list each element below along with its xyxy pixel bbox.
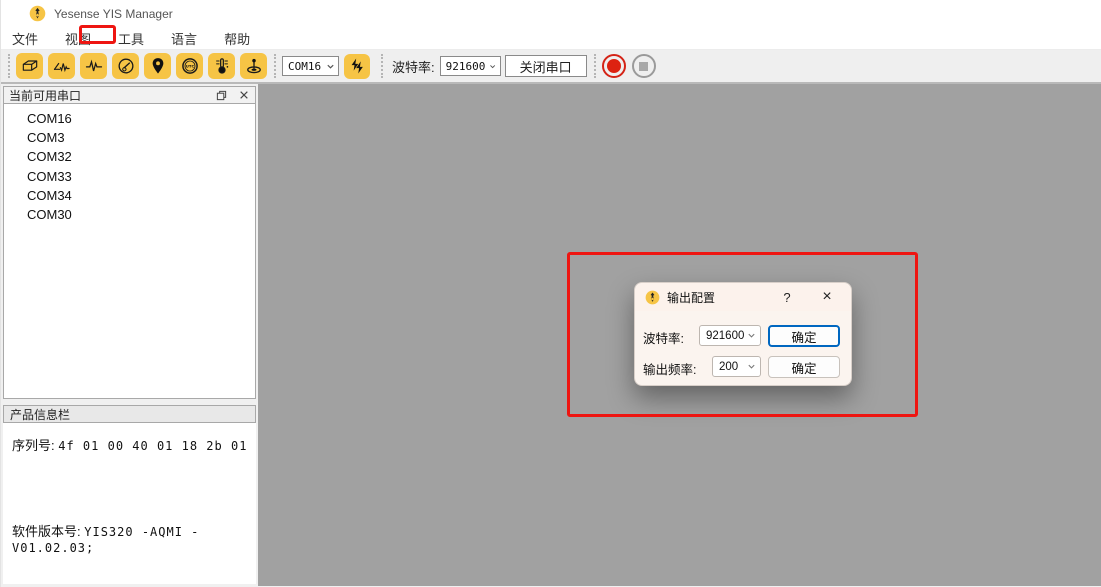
yesense-logo-icon <box>645 290 660 305</box>
port-list-item[interactable]: COM16 <box>4 109 255 128</box>
refresh-ports-button[interactable] <box>344 54 370 79</box>
port-list-item[interactable]: COM3 <box>4 128 255 147</box>
thermometer-icon <box>212 56 232 76</box>
record-button[interactable] <box>602 54 626 78</box>
port-list: COM16 COM3 COM32 COM33 COM34 COM30 <box>3 104 256 399</box>
location-pin-icon <box>148 56 168 76</box>
refresh-bolts-icon <box>347 56 367 76</box>
toolbar: UTC COM16 波特率: 921600 关闭串口 <box>1 50 1101 84</box>
stop-button[interactable] <box>632 54 656 78</box>
toolbar-grip[interactable] <box>274 54 278 78</box>
dialog-baud-ok-button[interactable]: 确定 <box>768 325 840 347</box>
record-icon <box>607 59 621 73</box>
close-panel-icon[interactable] <box>237 89 250 102</box>
yesense-logo-icon <box>29 5 46 22</box>
baud-rate-value: 921600 <box>446 60 486 73</box>
float-panel-icon[interactable] <box>215 89 228 102</box>
port-select-value: COM16 <box>288 60 321 73</box>
waveform-button[interactable] <box>80 53 107 79</box>
gauge-icon <box>116 56 136 76</box>
serial-number-line: 序列号: 4f 01 00 40 01 18 2b 01 <box>12 435 247 454</box>
dialog-close-button[interactable]: × <box>817 287 837 307</box>
info-panel-header: 产品信息栏 <box>3 405 256 423</box>
utc-time-button[interactable]: UTC <box>176 53 203 79</box>
software-version-label: 软件版本号: <box>12 524 81 539</box>
chevron-down-icon <box>747 362 756 371</box>
gps-location-button[interactable] <box>144 53 171 79</box>
dialog-baud-label: 波特率: <box>643 328 684 347</box>
magnetometer-button[interactable] <box>240 53 267 79</box>
dialog-frequency-ok-button[interactable]: 确定 <box>768 356 840 378</box>
dialog-baud-value: 921600 <box>706 330 744 342</box>
info-panel-body: 序列号: 4f 01 00 40 01 18 2b 01 软件版本号: YIS3… <box>3 423 256 584</box>
port-list-item[interactable]: COM33 <box>4 167 255 186</box>
menu-help[interactable]: 帮助 <box>213 27 261 50</box>
menu-tools[interactable]: 工具 <box>107 27 155 50</box>
baud-rate-label: 波特率: <box>392 57 435 76</box>
serial-number-value: 4f 01 00 40 01 18 2b 01 <box>58 439 247 453</box>
chevron-down-icon <box>326 62 335 71</box>
toolbar-grip[interactable] <box>594 54 598 78</box>
title-bar: Yesense YIS Manager <box>1 0 1101 27</box>
dialog-frequency-value: 200 <box>719 361 738 373</box>
3d-view-button[interactable] <box>16 53 43 79</box>
gauge-button[interactable] <box>112 53 139 79</box>
waveform-icon <box>84 56 104 76</box>
dialog-frequency-label: 输出频率: <box>643 359 696 378</box>
port-select[interactable]: COM16 <box>282 56 339 76</box>
menu-bar: 文件 视图 工具 语言 帮助 <box>1 27 1101 50</box>
menu-file[interactable]: 文件 <box>1 27 49 50</box>
window-title: Yesense YIS Manager <box>54 7 173 21</box>
serial-number-label: 序列号: <box>12 438 55 453</box>
temperature-button[interactable] <box>208 53 235 79</box>
attitude-curve-button[interactable] <box>48 53 75 79</box>
3d-cube-icon <box>20 56 40 76</box>
toolbar-grip[interactable] <box>381 54 385 78</box>
angle-waveform-icon <box>52 56 72 76</box>
dialog-title: 输出配置 <box>667 289 715 306</box>
stop-icon <box>639 62 648 71</box>
port-list-item[interactable]: COM32 <box>4 147 255 166</box>
dialog-help-button[interactable]: ? <box>778 288 796 306</box>
toolbar-grip[interactable] <box>8 54 12 78</box>
output-config-dialog: 输出配置 ? × 波特率: 921600 确定 输出频率: 200 确定 <box>634 282 852 386</box>
left-dock: 当前可用串口 COM16 COM3 COM32 COM33 COM34 COM3… <box>1 84 258 586</box>
info-panel-title: 产品信息栏 <box>10 406 70 423</box>
utc-clock-icon: UTC <box>180 56 200 76</box>
baud-rate-select[interactable]: 921600 <box>440 56 501 76</box>
software-version-line: 软件版本号: YIS320 -AQMI -V01.02.03; <box>12 521 256 555</box>
magnetometer-probe-icon <box>244 56 264 76</box>
dialog-baud-select[interactable]: 921600 <box>699 325 761 346</box>
chevron-down-icon <box>747 331 756 340</box>
svg-text:UTC: UTC <box>185 64 194 69</box>
menu-language[interactable]: 语言 <box>160 27 208 50</box>
ports-panel-title: 当前可用串口 <box>9 87 81 104</box>
menu-view[interactable]: 视图 <box>54 27 102 50</box>
chevron-down-icon <box>489 62 496 71</box>
ports-panel-titlebar: 当前可用串口 <box>3 86 256 104</box>
dialog-frequency-select[interactable]: 200 <box>712 356 761 377</box>
port-list-item[interactable]: COM34 <box>4 186 255 205</box>
close-serial-button[interactable]: 关闭串口 <box>505 55 587 77</box>
port-list-item[interactable]: COM30 <box>4 205 255 224</box>
content-area: 当前可用串口 COM16 COM3 COM32 COM33 COM34 COM3… <box>1 84 1101 586</box>
app-window: Yesense YIS Manager 文件 视图 工具 语言 帮助 UTC <box>0 0 1101 587</box>
dialog-titlebar: 输出配置 ? × <box>635 283 851 311</box>
